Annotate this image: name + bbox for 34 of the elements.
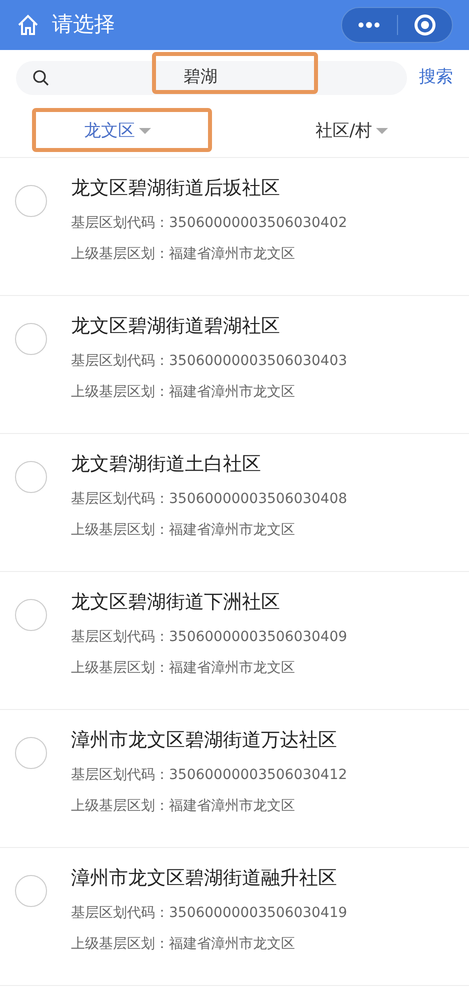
filter-tab[interactable]: 社区/村 bbox=[315, 118, 388, 144]
filter-tab[interactable]: 龙文区 bbox=[84, 118, 151, 144]
search-button[interactable]: 搜索 bbox=[419, 65, 453, 91]
community-name[interactable]: 漳州市龙文区碧湖街道万达社区 bbox=[71, 724, 348, 756]
community-name[interactable]: 龙文区碧湖街道后坂社区 bbox=[71, 172, 348, 204]
community-name[interactable]: 漳州市龙文区碧湖街道融升社区 bbox=[71, 862, 348, 894]
parent-division: 上级基层区划：福建省漳州市龙文区 bbox=[71, 521, 296, 540]
division-code: 基层区划代码：35060000003506030409 bbox=[71, 628, 348, 647]
division-code: 基层区划代码：35060000003506030412 bbox=[71, 766, 348, 785]
home-icon[interactable] bbox=[16, 13, 40, 37]
radio-button[interactable] bbox=[15, 185, 47, 217]
radio-button[interactable] bbox=[15, 323, 47, 355]
parent-division: 上级基层区划：福建省漳州市龙文区 bbox=[71, 383, 296, 402]
radio-button[interactable] bbox=[15, 737, 47, 769]
division-code: 基层区划代码：35060000003506030403 bbox=[71, 352, 348, 371]
radio-button[interactable] bbox=[15, 461, 47, 493]
parent-division: 上级基层区划：福建省漳州市龙文区 bbox=[71, 659, 296, 678]
more-icon[interactable] bbox=[357, 21, 382, 29]
division-code: 基层区划代码：35060000003506030419 bbox=[71, 904, 348, 923]
community-name[interactable]: 龙文区碧湖街道下洲社区 bbox=[71, 586, 348, 618]
caret-icon bbox=[138, 128, 151, 135]
community-name[interactable]: 龙文碧湖街道土白社区 bbox=[71, 448, 348, 480]
page-title: 请选择 bbox=[52, 11, 115, 38]
parent-division: 上级基层区划：福建省漳州市龙文区 bbox=[71, 935, 296, 954]
radio-button[interactable] bbox=[15, 875, 47, 907]
division-code: 基层区划代码：35060000003506030408 bbox=[71, 490, 348, 509]
division-code: 基层区划代码：35060000003506030402 bbox=[71, 214, 348, 233]
parent-division: 上级基层区划：福建省漳州市龙文区 bbox=[71, 797, 296, 816]
caret-icon bbox=[376, 128, 388, 135]
parent-division: 上级基层区划：福建省漳州市龙文区 bbox=[71, 245, 296, 264]
search-icon bbox=[32, 69, 50, 87]
search-field[interactable]: 碧湖 bbox=[16, 61, 407, 95]
community-name[interactable]: 龙文区碧湖街道碧湖社区 bbox=[71, 310, 348, 342]
radio-button[interactable] bbox=[15, 599, 47, 631]
